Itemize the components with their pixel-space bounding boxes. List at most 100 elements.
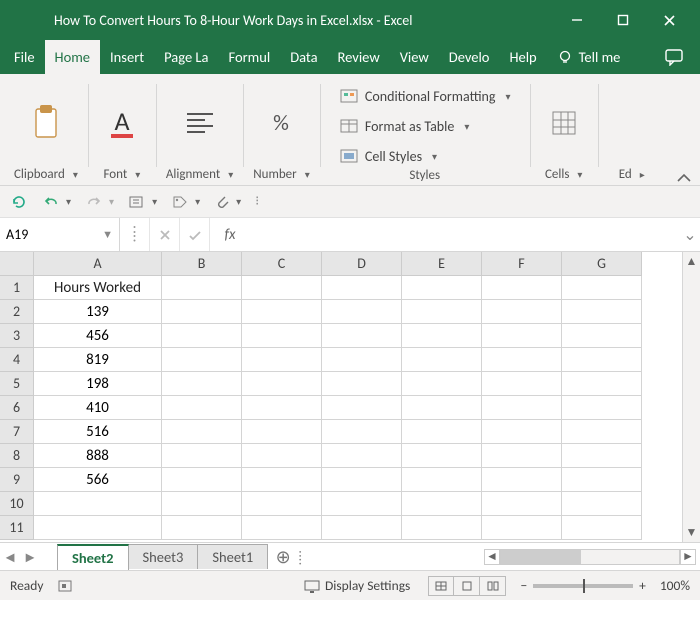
tab-data[interactable]: Data [280,40,327,74]
row-head-3[interactable]: 3 [0,324,34,348]
name-box-dropdown-icon[interactable]: ▼ [102,228,113,241]
cell-A6[interactable]: 410 [34,396,162,420]
properties-button[interactable]: ▾ [128,194,157,210]
sheet-nav-next[interactable]: ► [20,548,40,566]
sheet-tab-sheet1[interactable]: Sheet1 [197,544,268,569]
options-icon[interactable]: ⁞ [120,218,150,251]
row-head-1[interactable]: 1 [0,276,34,300]
cell-A8[interactable]: 888 [34,444,162,468]
display-settings-button[interactable]: Display Settings [304,577,410,594]
scroll-up-icon[interactable]: ▲ [686,252,698,271]
tab-file[interactable]: File [4,40,45,74]
sheet-nav-prev[interactable]: ◄ [0,548,20,566]
enter-formula-button[interactable] [180,218,210,251]
alignment-button[interactable] [176,99,224,147]
hscroll-thumb[interactable] [501,550,581,564]
row-head-8[interactable]: 8 [0,444,34,468]
tab-developer[interactable]: Develo [439,40,500,74]
font-button[interactable]: A [98,99,146,147]
number-format-button[interactable]: % [257,99,305,147]
cell-G1[interactable] [562,276,642,300]
zoom-out-button[interactable]: − [520,577,527,594]
col-head-D[interactable]: D [322,252,402,276]
view-normal-button[interactable] [428,576,454,596]
row-head-6[interactable]: 6 [0,396,34,420]
paste-button[interactable] [22,99,70,147]
select-all-corner[interactable] [0,252,34,276]
hscroll-right-icon[interactable]: ► [680,549,696,565]
zoom-level[interactable]: 100% [660,577,690,594]
launcher-icon[interactable]: ▾ [135,168,140,181]
vertical-scrollbar[interactable]: ▲ ▼ [682,252,700,542]
cell-A10[interactable] [34,492,162,516]
formula-input[interactable] [250,218,680,251]
col-head-C[interactable]: C [242,252,322,276]
cells-button[interactable] [540,99,588,147]
hscroll-track[interactable] [500,549,680,565]
cell-C1[interactable] [242,276,322,300]
tab-page-layout[interactable]: Page La [154,40,218,74]
tab-view[interactable]: View [390,40,439,74]
fx-icon[interactable]: fx [210,218,250,251]
redo-button[interactable]: ▾ [85,194,114,210]
conditional-formatting-button[interactable]: Conditional Formatting▾ [339,84,511,108]
row-head-5[interactable]: 5 [0,372,34,396]
qat-customize[interactable]: ⁝ [255,194,259,209]
cell-A9[interactable]: 566 [34,468,162,492]
horizontal-scrollbar[interactable]: ◄ ► [484,549,700,565]
col-head-G[interactable]: G [562,252,642,276]
row-head-10[interactable]: 10 [0,492,34,516]
tag-button[interactable]: ▾ [171,194,200,210]
launcher-icon[interactable]: ▾ [305,168,310,181]
sheet-tab-sheet2[interactable]: Sheet2 [57,544,129,570]
tab-home[interactable]: Home [45,40,100,74]
view-page-layout-button[interactable] [454,576,480,596]
row-head-7[interactable]: 7 [0,420,34,444]
row-head-11[interactable]: 11 [0,516,34,540]
launcher-icon[interactable]: ▾ [73,168,78,181]
cells-area[interactable]: Hours Worked 139 456 819 198 410 516 888… [34,276,642,540]
minimize-button[interactable] [554,0,600,40]
cell-B1[interactable] [162,276,242,300]
collapse-ribbon-button[interactable] [676,171,692,185]
col-head-B[interactable]: B [162,252,242,276]
format-as-table-button[interactable]: Format as Table▾ [339,114,511,138]
view-page-break-button[interactable] [480,576,506,596]
undo-button[interactable]: ▾ [42,194,71,210]
col-head-F[interactable]: F [482,252,562,276]
tell-me-search[interactable]: Tell me [547,40,631,74]
refresh-button[interactable] [10,193,28,211]
cell-A1[interactable]: Hours Worked [34,276,162,300]
cell-A3[interactable]: 456 [34,324,162,348]
tab-review[interactable]: Review [328,40,390,74]
cell-A2[interactable]: 139 [34,300,162,324]
zoom-in-button[interactable]: + [639,577,646,594]
row-head-9[interactable]: 9 [0,468,34,492]
formula-bar-expand-button[interactable]: ⌄ [680,218,700,251]
name-box[interactable]: A19 ▼ [0,218,120,251]
close-button[interactable] [646,0,692,40]
add-sheet-button[interactable]: ⊕ [268,546,298,568]
cell-A5[interactable]: 198 [34,372,162,396]
tab-help[interactable]: Help [499,40,546,74]
cell-A11[interactable] [34,516,162,540]
cell-A4[interactable]: 819 [34,348,162,372]
macro-recorder-icon[interactable] [57,579,73,593]
cell-F1[interactable] [482,276,562,300]
col-head-E[interactable]: E [402,252,482,276]
editing-button[interactable] [608,99,656,147]
tab-insert[interactable]: Insert [100,40,154,74]
cancel-formula-button[interactable] [150,218,180,251]
hscroll-left-icon[interactable]: ◄ [484,549,500,565]
row-head-4[interactable]: 4 [0,348,34,372]
comments-button[interactable] [654,40,694,74]
zoom-track[interactable] [533,584,633,588]
maximize-button[interactable] [600,0,646,40]
sheet-tab-sheet3[interactable]: Sheet3 [128,544,199,569]
cell-E1[interactable] [402,276,482,300]
tab-formulas[interactable]: Formul [218,40,280,74]
zoom-slider[interactable]: − + [520,577,645,594]
attach-button[interactable]: ▾ [214,193,241,211]
cell-A7[interactable]: 516 [34,420,162,444]
chevron-right-icon[interactable]: ▸ [640,168,645,181]
